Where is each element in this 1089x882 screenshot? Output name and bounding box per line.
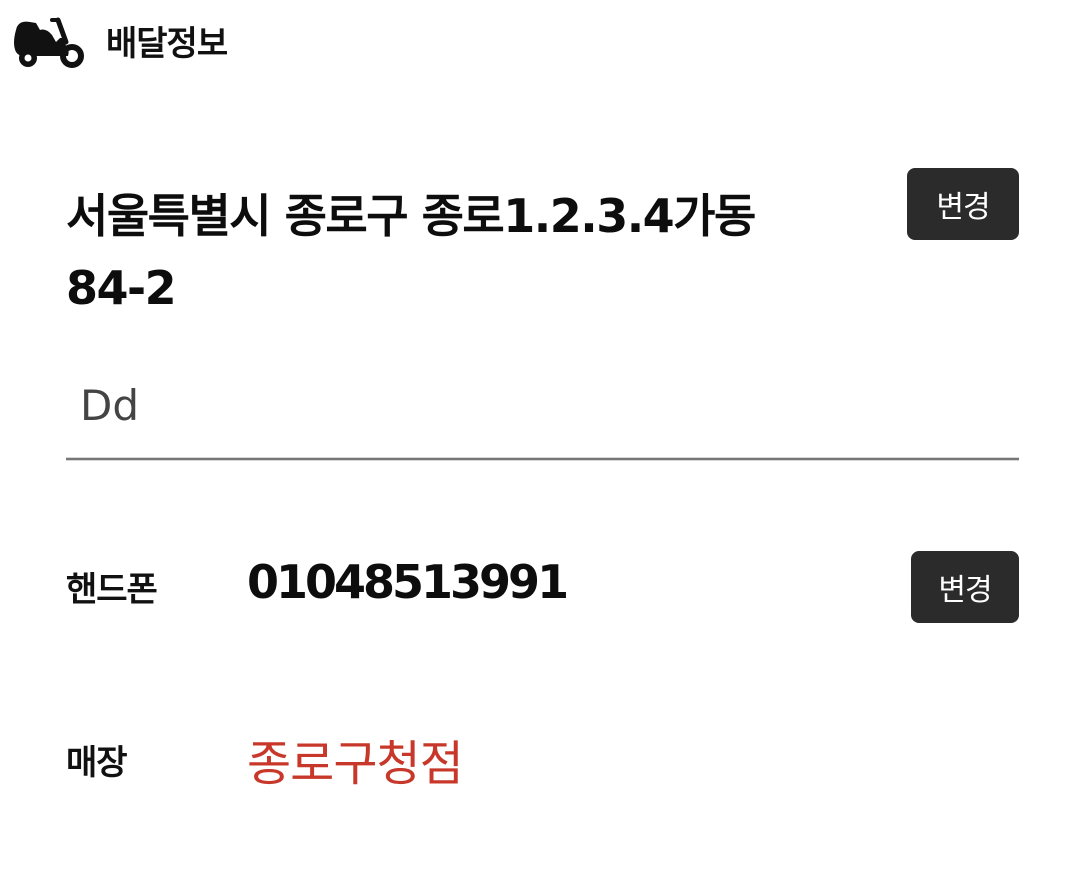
input-underline — [66, 457, 1019, 461]
delivery-info-header: 배달정보 — [10, 8, 228, 72]
phone-label: 핸드폰 — [66, 570, 158, 610]
change-phone-button[interactable]: 변경 — [911, 551, 1019, 623]
detail-address-input[interactable] — [66, 362, 1019, 448]
header-title: 배달정보 — [106, 23, 228, 64]
phone-number: 01048513991 — [247, 555, 569, 609]
scooter-icon — [14, 17, 84, 68]
store-name[interactable]: 종로구청점 — [247, 724, 464, 794]
address-line-2: 84-2 — [66, 261, 177, 315]
store-label: 매장 — [66, 743, 128, 783]
delivery-address: 서울특별시 종로구 종로1.2.3.4가동 84-2 — [66, 180, 806, 324]
address-line-1: 서울특별시 종로구 종로1.2.3.4가동 — [66, 189, 756, 243]
change-address-button[interactable]: 변경 — [907, 168, 1019, 240]
